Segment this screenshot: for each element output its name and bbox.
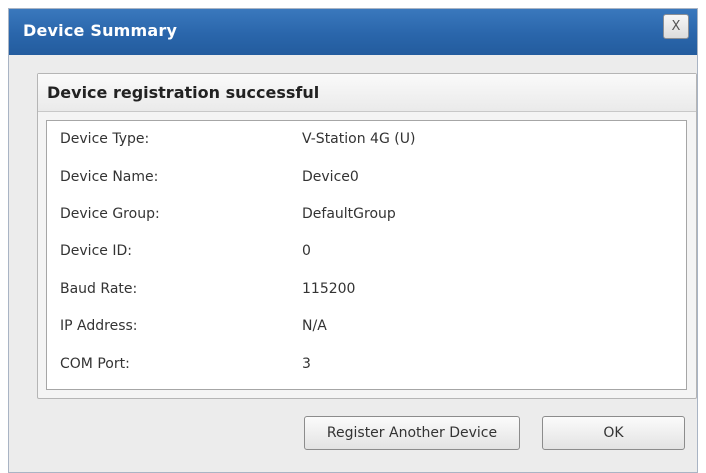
info-row-baud-rate: Baud Rate: 115200 bbox=[47, 279, 686, 303]
close-icon: X bbox=[671, 19, 681, 34]
device-type-value: V-Station 4G (U) bbox=[302, 131, 416, 147]
device-group-label: Device Group: bbox=[60, 206, 160, 222]
baud-rate-value: 115200 bbox=[302, 281, 356, 297]
info-row-device-group: Device Group: DefaultGroup bbox=[47, 204, 686, 228]
dialog-title: Device Summary bbox=[23, 21, 178, 40]
ok-button[interactable]: OK bbox=[542, 416, 685, 450]
info-row-com-port: COM Port: 3 bbox=[47, 354, 686, 378]
info-row-ip-address: IP Address: N/A bbox=[47, 316, 686, 340]
baud-rate-label: Baud Rate: bbox=[60, 281, 138, 297]
device-type-label: Device Type: bbox=[60, 131, 150, 147]
device-name-value: Device0 bbox=[302, 169, 359, 185]
registration-panel: Device registration successful Device Ty… bbox=[37, 73, 697, 399]
com-port-label: COM Port: bbox=[60, 356, 130, 372]
ip-address-value: N/A bbox=[302, 318, 327, 334]
com-port-value: 3 bbox=[302, 356, 311, 372]
info-row-device-name: Device Name: Device0 bbox=[47, 167, 686, 191]
register-another-device-button[interactable]: Register Another Device bbox=[304, 416, 520, 450]
device-group-value: DefaultGroup bbox=[302, 206, 396, 222]
device-id-label: Device ID: bbox=[60, 243, 132, 259]
ip-address-label: IP Address: bbox=[60, 318, 138, 334]
panel-title: Device registration successful bbox=[47, 83, 320, 102]
device-info-box: Device Type: V-Station 4G (U) Device Nam… bbox=[46, 120, 687, 390]
title-bar: Device Summary X bbox=[9, 9, 697, 55]
close-button[interactable]: X bbox=[663, 14, 689, 39]
device-name-label: Device Name: bbox=[60, 169, 159, 185]
info-row-device-id: Device ID: 0 bbox=[47, 241, 686, 265]
info-row-device-type: Device Type: V-Station 4G (U) bbox=[47, 129, 686, 153]
device-summary-dialog: Device Summary X Device registration suc… bbox=[8, 8, 698, 473]
device-id-value: 0 bbox=[302, 243, 311, 259]
panel-header: Device registration successful bbox=[38, 74, 696, 112]
